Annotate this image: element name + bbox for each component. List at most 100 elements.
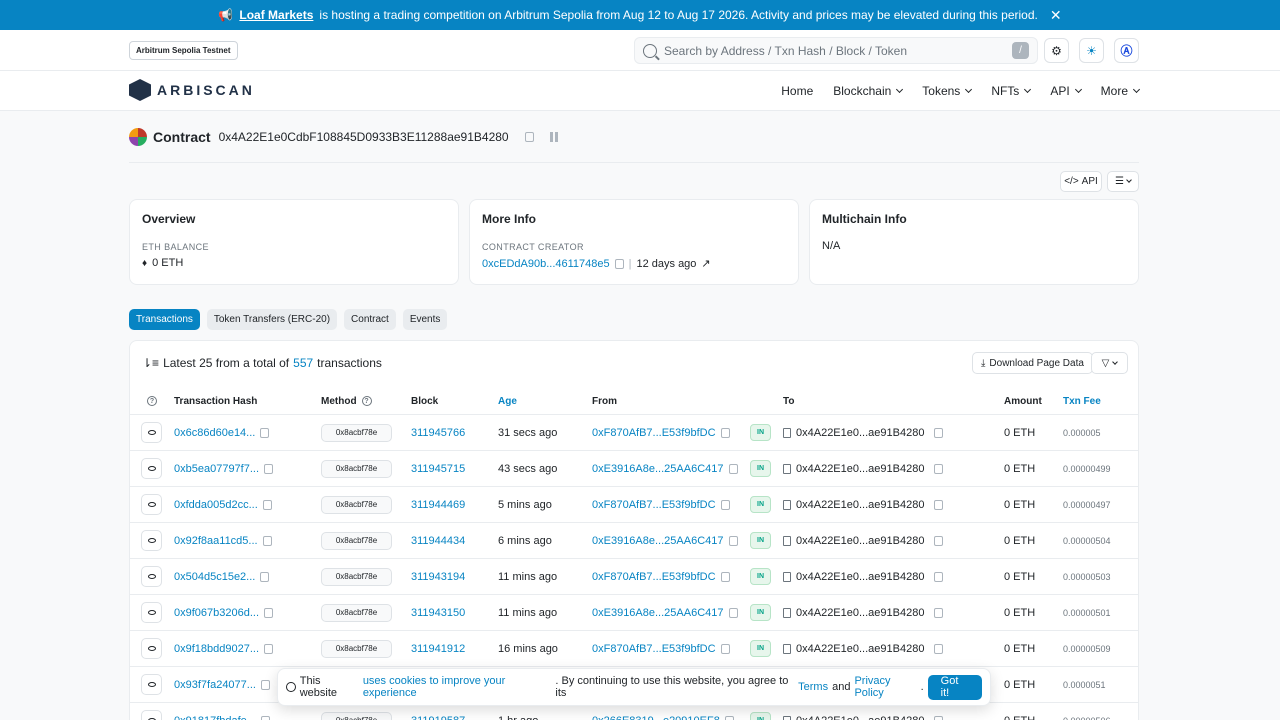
copy-icon[interactable] xyxy=(264,643,274,654)
copy-icon[interactable] xyxy=(264,607,274,618)
arbitrum-network-button[interactable]: Ⓐ xyxy=(1114,38,1139,63)
copy-icon[interactable] xyxy=(262,535,272,546)
from-address-link[interactable]: 0xF870AfB7...E53f9bfDC xyxy=(592,643,716,655)
from-address-link[interactable]: 0xF870AfB7...E53f9bfDC xyxy=(592,571,716,583)
copy-icon[interactable] xyxy=(720,571,730,582)
help-icon[interactable]: ? xyxy=(361,396,372,406)
view-details-button[interactable] xyxy=(141,566,162,587)
tab-token-transfers[interactable]: Token Transfers (ERC-20) xyxy=(206,309,338,330)
txn-hash-link[interactable]: 0x9f18bdd9027... xyxy=(174,643,259,655)
view-details-button[interactable] xyxy=(141,710,162,720)
block-link[interactable]: 311944434 xyxy=(411,535,465,547)
copy-icon[interactable] xyxy=(264,463,274,474)
nav-blockchain[interactable]: Blockchain xyxy=(833,84,904,98)
from-address-link[interactable]: 0xF870AfB7...E53f9bfDC xyxy=(592,499,716,511)
block-link[interactable]: 311943150 xyxy=(411,607,465,619)
header-age[interactable]: Age xyxy=(498,388,517,414)
nav-home-label: Home xyxy=(781,84,814,98)
header-fee[interactable]: Txn Fee xyxy=(1063,388,1101,414)
txn-hash-link[interactable]: 0x93f7fa24077... xyxy=(174,679,256,691)
txn-hash-link[interactable]: 0x504d5c15e2... xyxy=(174,571,255,583)
txn-hash-link[interactable]: 0xb5ea07797f7... xyxy=(174,463,259,475)
txn-hash-link[interactable]: 0x9f067b3206d... xyxy=(174,607,259,619)
copy-icon[interactable] xyxy=(728,463,738,474)
copy-icon[interactable] xyxy=(728,607,738,618)
block-link[interactable]: 311945715 xyxy=(411,463,465,475)
view-details-button[interactable] xyxy=(141,422,162,443)
view-details-button[interactable] xyxy=(141,530,162,551)
copy-icon[interactable] xyxy=(934,643,944,654)
tab-contract[interactable]: Contract xyxy=(344,309,396,330)
copy-icon[interactable] xyxy=(262,499,272,510)
copy-icon[interactable] xyxy=(260,571,270,582)
nav-more[interactable]: More xyxy=(1101,84,1141,98)
block-link[interactable]: 311943194 xyxy=(411,571,465,583)
copy-icon[interactable] xyxy=(934,715,944,720)
api-button[interactable]: </> API xyxy=(1060,171,1102,192)
block-link[interactable]: 311945766 xyxy=(411,427,465,439)
privacy-policy-link[interactable]: Privacy Policy xyxy=(854,675,920,699)
nav-nfts[interactable]: NFTs xyxy=(991,84,1032,98)
view-details-button[interactable] xyxy=(141,494,162,515)
copy-icon[interactable] xyxy=(260,715,270,720)
from-address-link[interactable]: 0x266E8319...e20910EF8 xyxy=(592,715,720,720)
block-link[interactable]: 311944469 xyxy=(411,499,465,511)
filter-button[interactable]: ▽ xyxy=(1091,352,1128,374)
copy-icon[interactable] xyxy=(614,258,624,269)
help-icon[interactable]: ? xyxy=(147,396,157,406)
block-link[interactable]: 311919587 xyxy=(411,715,465,720)
txn-hash-link[interactable]: 0x91817fbdafe... xyxy=(174,715,256,720)
txn-hash-link[interactable]: 0x92f8aa11cd5... xyxy=(174,535,258,547)
copy-icon[interactable] xyxy=(728,535,738,546)
nav-tokens[interactable]: Tokens xyxy=(922,84,973,98)
copy-icon[interactable] xyxy=(720,427,730,438)
copy-icon[interactable] xyxy=(720,499,730,510)
settings-button[interactable]: ⚙ xyxy=(1044,38,1069,63)
cookie-policy-link[interactable]: uses cookies to improve your experience xyxy=(363,675,556,699)
copy-icon[interactable] xyxy=(934,535,944,546)
theme-toggle-button[interactable]: ☀ xyxy=(1079,38,1104,63)
tab-transactions[interactable]: Transactions xyxy=(129,309,200,330)
copy-icon[interactable] xyxy=(260,679,270,690)
copy-icon[interactable] xyxy=(524,132,534,142)
download-page-data-button[interactable]: ⤓ Download Page Data xyxy=(972,352,1093,374)
network-badge[interactable]: Arbitrum Sepolia Testnet xyxy=(129,41,238,60)
txn-hash-link[interactable]: 0x6c86d60e14... xyxy=(174,427,255,439)
creation-age-link[interactable]: 12 days ago xyxy=(636,258,696,270)
copy-icon[interactable] xyxy=(934,571,944,582)
view-details-button[interactable] xyxy=(141,638,162,659)
txn-hash-link[interactable]: 0xfdda005d2cc... xyxy=(174,499,258,511)
copy-icon[interactable] xyxy=(934,463,944,474)
from-address-link[interactable]: 0xF870AfB7...E53f9bfDC xyxy=(592,427,716,439)
nav-api[interactable]: API xyxy=(1050,84,1082,98)
close-icon[interactable]: ✕ xyxy=(1050,7,1062,24)
view-details-button[interactable] xyxy=(141,458,162,479)
from-address-link[interactable]: 0xE3916A8e...25AA6C417 xyxy=(592,463,724,475)
qr-code-icon[interactable] xyxy=(549,132,560,142)
from-address-link[interactable]: 0xE3916A8e...25AA6C417 xyxy=(592,607,724,619)
method-badge: 0x8acbf78e xyxy=(321,531,392,550)
block-link[interactable]: 311941912 xyxy=(411,643,465,655)
copy-icon[interactable] xyxy=(934,427,944,438)
view-details-button[interactable] xyxy=(141,602,162,623)
more-options-button[interactable]: ☰ xyxy=(1107,171,1139,192)
transactions-count-link[interactable]: 557 xyxy=(293,356,313,370)
got-it-button[interactable]: Got it! xyxy=(927,674,983,700)
creator-address-link[interactable]: 0xcEDdA90b...4611748e5 xyxy=(482,258,610,270)
age-value: 16 mins ago xyxy=(498,642,558,655)
copy-icon[interactable] xyxy=(720,643,730,654)
tab-events[interactable]: Events xyxy=(402,309,448,330)
nav-home[interactable]: Home xyxy=(781,84,813,98)
copy-icon[interactable] xyxy=(934,499,944,510)
arbiscan-logo[interactable]: ARBISCAN xyxy=(129,79,255,101)
search-input[interactable]: Search by Address / Txn Hash / Block / T… xyxy=(634,37,1038,64)
copy-icon[interactable] xyxy=(934,607,944,618)
table-header: ? Transaction Hash Method ? Block Age Fr… xyxy=(130,388,1138,415)
from-address-link[interactable]: 0xE3916A8e...25AA6C417 xyxy=(592,535,724,547)
copy-icon[interactable] xyxy=(260,427,270,438)
view-details-button[interactable] xyxy=(141,674,162,695)
copy-icon[interactable] xyxy=(724,715,734,720)
search-placeholder: Search by Address / Txn Hash / Block / T… xyxy=(664,43,908,58)
banner-brand-link[interactable]: Loaf Markets xyxy=(239,8,313,22)
terms-link[interactable]: Terms xyxy=(798,681,828,693)
